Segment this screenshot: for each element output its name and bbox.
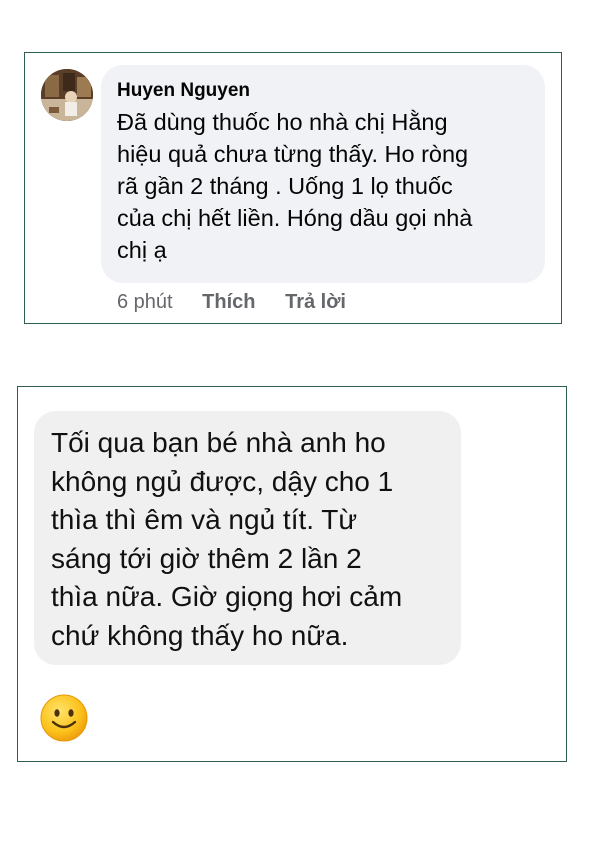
message-card: Tối qua bạn bé nhà anh ho không ngủ được… xyxy=(17,386,567,762)
comment-timestamp[interactable]: 6 phút xyxy=(117,291,173,313)
message-bubble: Tối qua bạn bé nhà anh ho không ngủ được… xyxy=(34,411,461,665)
comment-text: Đã dùng thuốc ho nhà chị Hằng hiệu quả c… xyxy=(117,109,473,263)
comment-actions: 6 phút Thích Trả lời xyxy=(117,289,370,315)
comment-bubble: Huyen Nguyen Đã dùng thuốc ho nhà chị Hằ… xyxy=(101,65,545,283)
reply-button[interactable]: Trả lời xyxy=(285,291,346,313)
avatar-photo-icon xyxy=(41,69,93,121)
avatar[interactable] xyxy=(41,69,93,121)
comment-card: Huyen Nguyen Đã dùng thuốc ho nhà chị Hằ… xyxy=(24,52,562,324)
like-button[interactable]: Thích xyxy=(202,291,255,313)
message-text: Tối qua bạn bé nhà anh ho không ngủ được… xyxy=(51,427,403,651)
smiley-face-emoji-icon[interactable] xyxy=(39,693,89,743)
comment-author[interactable]: Huyen Nguyen xyxy=(117,79,529,103)
